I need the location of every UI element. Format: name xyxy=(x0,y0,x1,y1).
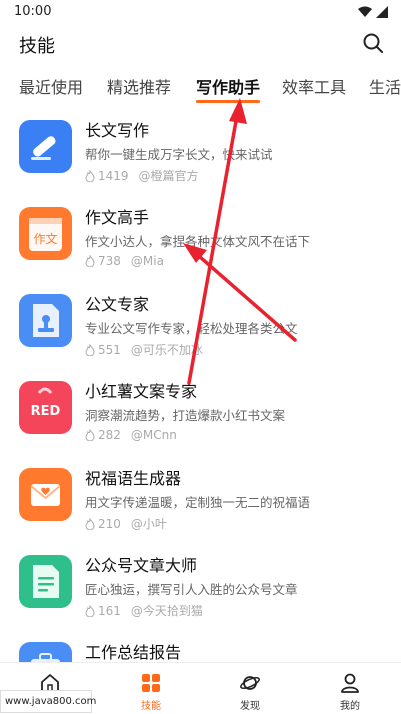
skills-grid-icon xyxy=(142,674,160,692)
status-icons xyxy=(358,6,388,18)
use-count: 210 xyxy=(98,517,121,531)
category-tabs: 最近使用 精选推荐 写作助手 效率工具 生活 xyxy=(0,70,401,104)
skill-name: 长文写作 xyxy=(85,121,150,140)
essay-icon: 作文 xyxy=(19,207,72,260)
flame-icon xyxy=(85,518,95,530)
author: @橙篇官方 xyxy=(138,169,199,183)
nav-skills-label: 技能 xyxy=(141,701,161,712)
skill-name: 工作总结报告 xyxy=(85,643,182,662)
skill-item-long-writing[interactable]: 长文写作 帮你一键生成万字长文，快来试试 1419 @橙篇官方 xyxy=(0,110,401,198)
nav-profile-label: 我的 xyxy=(340,701,360,712)
skill-item-xiaohongshu-copy[interactable]: RED 小红薯文案专家 洞察潮流趋势，打造爆款小红书文案 282 @MCnn xyxy=(0,371,401,459)
nav-discover[interactable]: 发现 xyxy=(210,663,290,714)
skill-description: 专业公文写作专家，轻松处理各类公文 xyxy=(85,321,298,336)
use-count: 738 xyxy=(98,254,121,268)
author: @MCnn xyxy=(130,428,177,442)
skill-item-wechat-article[interactable]: 公众号文章大师 匠心独运，撰写引人入胜的公众号文章 161 @今天拾到猫 xyxy=(0,545,401,633)
tab-productivity[interactable]: 效率工具 xyxy=(282,74,346,98)
use-count: 1419 xyxy=(98,169,129,183)
author: @Mia xyxy=(130,254,164,268)
flame-icon xyxy=(85,605,95,617)
status-bar: 10:00 xyxy=(0,0,401,24)
skill-name: 小红薯文案专家 xyxy=(85,382,198,401)
nav-discover-label: 发现 xyxy=(240,701,260,712)
status-time: 10:00 xyxy=(14,4,52,19)
skill-name: 公众号文章大师 xyxy=(85,556,198,575)
tab-life[interactable]: 生活 xyxy=(369,74,401,98)
briefcase-icon xyxy=(19,642,72,662)
use-count: 551 xyxy=(98,343,121,357)
skill-item-essay-master[interactable]: 作文 作文高手 作文小达人，拿捏各种文体文风不在话下 738 @Mia xyxy=(0,197,401,285)
skill-item-official-docs[interactable]: 公文专家 专业公文写作专家，轻松处理各类公文 551 @可乐不加冰 xyxy=(0,284,401,372)
skill-name: 祝福语生成器 xyxy=(85,469,182,488)
author: @小叶 xyxy=(130,517,167,531)
author: @可乐不加冰 xyxy=(130,343,203,357)
user-icon xyxy=(341,673,359,693)
flame-icon xyxy=(85,344,95,356)
planet-icon xyxy=(240,676,260,690)
essay-icon-label: 作文 xyxy=(33,231,57,246)
skill-item-greeting-generator[interactable]: 祝福语生成器 用文字传递温暖，定制独一无二的祝福语 210 @小叶 xyxy=(0,458,401,546)
skill-description: 洞察潮流趋势，打造爆款小红书文案 xyxy=(85,408,286,423)
watermark: www.java800.com xyxy=(0,690,96,713)
skill-meta: 1419 @橙篇官方 xyxy=(85,167,199,184)
skill-name: 作文高手 xyxy=(85,208,150,227)
author: @今天拾到猫 xyxy=(130,604,203,618)
use-count: 282 xyxy=(98,428,121,442)
pen-icon xyxy=(19,120,72,173)
skill-description: 匠心独运，撰写引人入胜的公众号文章 xyxy=(85,582,298,597)
skill-meta: 282 @MCnn xyxy=(85,428,177,442)
skill-name: 公文专家 xyxy=(85,295,150,314)
flame-icon xyxy=(85,255,95,267)
red-bag-icon: RED xyxy=(19,381,72,434)
tab-featured[interactable]: 精选推荐 xyxy=(107,74,171,98)
skill-meta: 551 @可乐不加冰 xyxy=(85,341,203,358)
app-header: 技能 xyxy=(0,24,401,64)
article-icon xyxy=(19,555,72,608)
search-icon[interactable] xyxy=(361,31,385,55)
skill-item-work-report[interactable]: 工作总结报告 xyxy=(0,632,401,662)
tab-recent[interactable]: 最近使用 xyxy=(19,74,83,98)
page-title: 技能 xyxy=(19,36,55,57)
signal-icon xyxy=(376,6,388,18)
wifi-icon xyxy=(358,6,372,17)
skill-description: 作文小达人，拿捏各种文体文风不在话下 xyxy=(85,234,311,249)
use-count: 161 xyxy=(98,604,121,618)
skill-description: 用文字传递温暖，定制独一无二的祝福语 xyxy=(85,495,311,510)
skill-description: 帮你一键生成万字长文，快来试试 xyxy=(85,147,273,162)
nav-profile[interactable]: 我的 xyxy=(310,663,390,714)
tab-writing-assistant[interactable]: 写作助手 xyxy=(196,74,260,98)
active-tab-indicator xyxy=(196,100,260,103)
flame-icon xyxy=(85,429,95,441)
red-icon-label: RED xyxy=(31,404,61,419)
skill-meta: 738 @Mia xyxy=(85,254,164,268)
skill-meta: 161 @今天拾到猫 xyxy=(85,602,203,619)
skill-meta: 210 @小叶 xyxy=(85,515,167,532)
nav-skills[interactable]: 技能 xyxy=(111,663,191,714)
skill-list: 长文写作 帮你一键生成万字长文，快来试试 1419 @橙篇官方 作文 作文高手 作… xyxy=(0,110,401,662)
heart-envelope-icon xyxy=(19,468,72,521)
stamp-document-icon xyxy=(19,294,72,347)
flame-icon xyxy=(85,170,95,182)
